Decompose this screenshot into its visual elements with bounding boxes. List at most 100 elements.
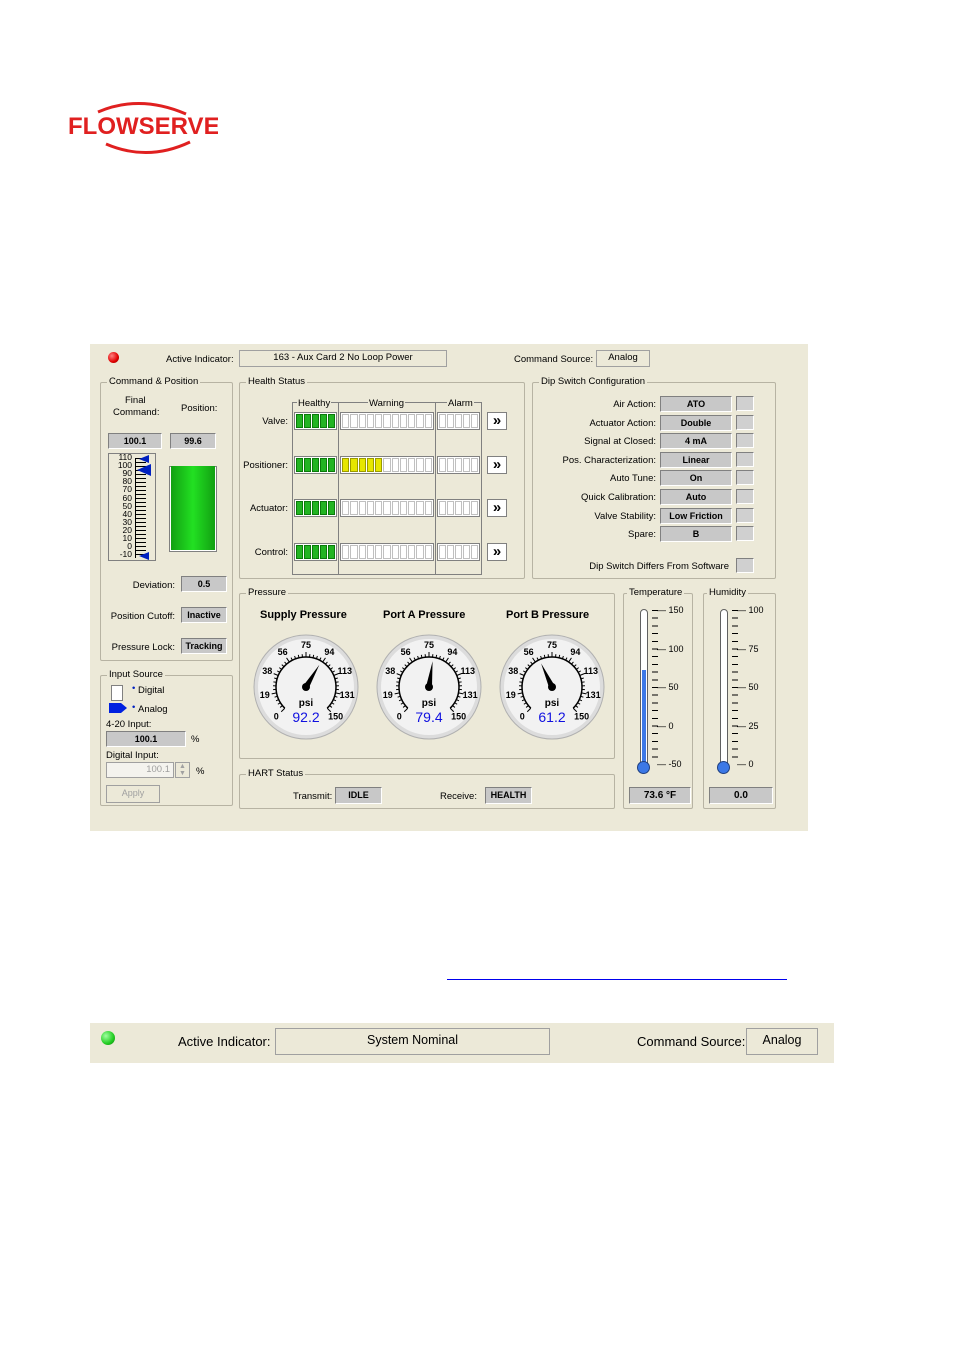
final-command-label-1: Final [125,395,146,406]
health-detail-arrow-icon[interactable]: » [487,412,507,430]
pressure-lock-label: Pressure Lock: [111,642,175,653]
dip-row-value: Auto [660,489,732,505]
logo-text: FLOWSERVE [68,113,218,140]
active-indicator-led [108,352,119,363]
dip-row-indicator [736,396,754,411]
health-detail-arrow-icon[interactable]: » [487,455,507,474]
bottom-active-indicator-field: System Nominal [275,1028,550,1055]
slider-top-limit-marker [139,455,149,463]
dip-row-value: B [660,526,732,543]
gauge-tick-label: 38 [262,666,272,676]
digital-input-spinner[interactable]: ▲ ▼ [175,762,190,778]
gauge-tick-label: 131 [340,690,355,700]
digital-option-label[interactable]: Digital [138,685,164,696]
analog-selected-indicator [109,703,121,713]
command-source-label: Command Source: [514,354,594,365]
apply-button[interactable]: Apply [106,785,160,803]
digital-input-unit: % [196,766,205,777]
gauge-tick-label: 150 [451,712,466,722]
gauge-value: 92.2 [292,709,319,725]
alarm-column-label: Alarm [447,398,474,409]
dip-row-label: Spare: [628,529,656,541]
health-warning-bar [340,499,434,517]
command-source-field: Analog [596,350,650,367]
dip-differs-indicator [736,558,754,573]
dip-row-label: Signal at Closed: [584,436,656,448]
gauge-tick-label: 0 [397,712,402,722]
gauge-tick-label: 19 [260,690,270,700]
active-indicator-label: Active Indicator: [166,354,234,365]
dip-switch-title: Dip Switch Configuration [539,376,648,387]
dip-row-indicator [736,526,754,542]
receive-label: Receive: [440,791,477,802]
health-row-label: Positioner: [243,459,288,471]
dip-row-value: Low Friction [660,507,732,524]
system-led [101,1031,115,1045]
analog-option-label[interactable]: Analog [138,704,168,715]
position-cutoff-label: Position Cutoff: [110,611,175,622]
gauge-tick-label: 131 [586,690,601,700]
final-command-label-2: Command: [113,407,160,418]
gauge-tick-label: 0 [274,712,279,722]
bottom-active-indicator-label: Active Indicator: [178,1034,271,1049]
command-position-title: Command & Position [107,376,201,387]
position-bar-fill [171,466,215,550]
receive-value: HEALTH [485,787,532,804]
pressure-gauge: 0 19 38 56 75 94 113 131 150 psi79.4 [376,634,482,740]
gauge-tick-label: 19 [383,690,393,700]
valve-dashboard-panel: Active Indicator: 163 - Aux Card 2 No Lo… [90,344,808,831]
health-detail-arrow-icon[interactable]: » [487,542,507,561]
position-value: 99.6 [170,433,216,449]
pressure-gauge: 0 19 38 56 75 94 113 131 150 psi92.2 [253,634,359,740]
gauge-title: Port A Pressure [383,609,466,621]
health-status-group: Health Status Healthy Warning Alarm Valv… [239,376,525,579]
input-source-switch[interactable] [111,685,123,701]
temperature-tick-label: — 100 [657,643,684,654]
humidity-bulb [717,761,730,774]
dip-row-indicator [736,433,754,449]
humidity-group: Humidity — 100 — 75 — 50 — 25 — 0 0.0 [703,587,776,809]
final-command-marker[interactable] [137,464,151,476]
health-detail-arrow-icon[interactable]: » [487,499,507,517]
health-alarm-bar [437,542,480,561]
temperature-title: Temperature [627,587,685,598]
temperature-group: Temperature — 150 — 100 — 50 — 0 — -50 73.6 … [623,587,693,809]
slider-bottom-limit-marker [139,552,149,560]
digital-input-label: Digital Input: [106,750,159,761]
dip-row-indicator [736,489,754,504]
health-row-label: Control: [254,546,288,558]
dip-row-label: Valve Stability: [594,510,656,522]
temperature-tick-label: — 50 [657,682,679,692]
dip-row-value: ATO [660,396,732,412]
health-healthy-bar [294,412,337,430]
dip-differs-label: Dip Switch Differs From Software [589,561,729,572]
pressure-gauge: 0 19 38 56 75 94 113 131 150 psi61.2 [499,634,605,740]
dip-row-value: On [660,470,732,487]
transmit-value: IDLE [335,787,382,804]
health-warning-bar [340,455,434,474]
humidity-tick-label: — 100 [737,605,764,615]
temperature-value: 73.6 °F [629,787,691,804]
health-alarm-bar [437,455,480,474]
analog-arrow-icon [121,703,127,713]
hyperlink-underline[interactable] [447,979,787,980]
active-indicator-field: 163 - Aux Card 2 No Loop Power [239,350,447,367]
gauge-tick-label: 150 [574,712,589,722]
input-420-unit: % [191,734,200,745]
digital-input-field[interactable]: 100.1 [106,762,174,778]
gauge-tick-label: 56 [278,647,288,657]
input-source-group: Input Source • Digital • Analog 4-20 Inp… [100,669,233,806]
position-bar [169,466,217,552]
gauge-tick-label: 113 [461,666,476,676]
humidity-value: 0.0 [709,787,773,804]
dip-row-label: Quick Calibration: [581,492,656,503]
position-cutoff-value: Inactive [181,607,227,623]
deviation-value: 0.5 [181,576,227,592]
gauge-unit: psi [299,698,314,709]
input-420-label: 4-20 Input: [106,719,152,730]
dip-row-indicator [736,507,754,523]
humidity-tick-label: — 75 [737,643,759,654]
dip-row-value: 4 mA [660,433,732,450]
command-position-group: Command & Position Final Command: Positi… [100,376,233,661]
command-slider-scale[interactable]: 110 100 90 80 70 60 50 40 30 20 10 0 -10 [108,452,156,561]
